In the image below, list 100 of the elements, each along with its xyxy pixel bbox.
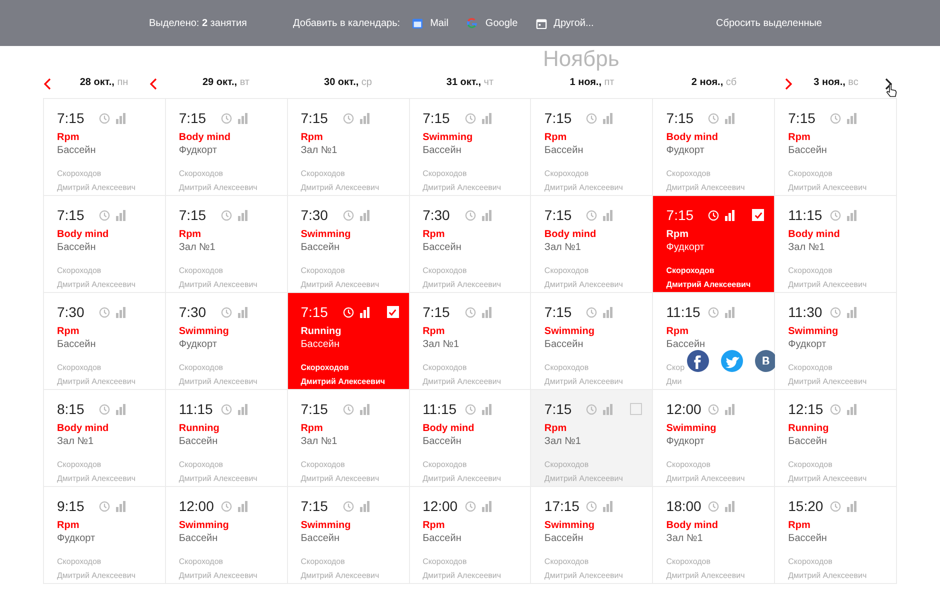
facebook-share-icon[interactable] [687, 350, 710, 372]
trainer-name: Скороходов Дмитрий Алексеевич [788, 168, 868, 194]
day-header: 31 окт., чт [446, 76, 494, 90]
intensity-icon [725, 210, 736, 220]
clock-icon [464, 210, 476, 220]
class-card[interactable]: 12:00 Swimming Фудкорт Скороходов Дмитрий Алексеевич [653, 390, 776, 487]
checkbox[interactable] [630, 403, 642, 415]
class-time: 18:00 [666, 496, 702, 516]
class-location: Бассейн [666, 338, 706, 351]
class-card[interactable]: 11:15 Rpm Бассейн Скор Дми [653, 293, 776, 390]
class-time: 7:15 [300, 496, 329, 516]
previous-arrow-icon[interactable] [43, 78, 51, 90]
class-card[interactable]: 7:15 Body mind Фудкорт Скороходов Дмитрий Алексеевич [166, 99, 288, 196]
clock-icon [99, 404, 110, 414]
class-name: Body mind [666, 131, 719, 144]
class-card[interactable]: 7:30 Swimming Бассейн Скороходов Дмитрий Алексеевич [288, 196, 410, 293]
add-to-calendar-label: Добавить в календарь: [292, 16, 400, 30]
class-card[interactable]: 7:30 Swimming Фудкорт Скороходов Дмитрий Алексеевич [166, 293, 288, 390]
class-card[interactable]: 17:15 Swimming Бассейн Скороходов Дмитрий Алексеевич [531, 487, 654, 584]
intensity-icon [238, 112, 248, 124]
clock-icon [99, 306, 110, 318]
trainer-name: Скороходов Дмитрий Алексеевич [178, 362, 258, 388]
day-header: 29 окт., вт [202, 76, 250, 90]
clock-icon [708, 306, 720, 318]
class-name: Rpm [300, 131, 324, 144]
calendar-option[interactable]: Другой... [536, 16, 594, 30]
bird-share-icon[interactable] [721, 350, 744, 372]
selection-count: Выделено: 2 занятия [149, 16, 247, 30]
class-card[interactable]: 12:15 Running Бассейн Скороходов Дмитрий Алексеевич [775, 390, 897, 487]
class-time: 7:30 [422, 206, 451, 224]
class-card[interactable]: 7:15 Rpm Фудкорт Скороходов Дмитрий Алексеевич [653, 196, 776, 293]
class-card[interactable]: 11:30 Swimming Фудкорт Скороходов Дмитрий Алексеевич [775, 293, 897, 390]
class-location: Зал №1 [300, 144, 338, 157]
class-location: Бассейн [178, 532, 219, 545]
clock-icon [830, 210, 842, 220]
class-card[interactable]: 7:15 Rpm Бассейн Скороходов Дмитрий Алексеевич [775, 99, 897, 196]
class-card[interactable]: 7:15 Swimming Бассейн Скороходов Дмитрий Алексеевич [410, 99, 532, 196]
checkbox[interactable] [752, 209, 764, 221]
class-card[interactable]: 12:00 Swimming Бассейн Скороходов Дмитрий Алексеевич [166, 487, 288, 584]
class-name: Body mind [788, 228, 841, 241]
class-location: Бассейн [544, 338, 584, 351]
intensity-icon [116, 112, 126, 124]
class-card[interactable]: 11:15 Body mind Бассейн Скороходов Дмитрий Алексеевич [410, 390, 532, 487]
class-card[interactable]: 7:15 Body mind Зал №1 Скороходов Дмитрий Алексеевич [531, 196, 654, 293]
class-card[interactable]: 7:15 Running Бассейн Скороходов Дмитрий Алексеевич [288, 293, 410, 390]
clock-icon [708, 210, 720, 220]
next-arrow-icon[interactable] [785, 78, 793, 90]
class-card[interactable]: 7:15 Rpm Зал №1 Скороходов Дмитрий Алексеевич [166, 196, 288, 293]
class-location: Бассейн [544, 532, 584, 545]
class-card[interactable]: 7:15 Swimming Бассейн Скороходов Дмитрий Алексеевич [288, 487, 410, 584]
class-card[interactable]: 11:15 Body mind Зал №1 Скороходов Дмитрий Алексеевич [775, 196, 897, 293]
class-card[interactable]: 8:15 Body mind Зал №1 Скороходов Дмитрий Алексеевич [44, 390, 166, 487]
class-location: Фудкорт [788, 338, 828, 351]
class-card[interactable]: 7:15 Rpm Бассейн Скороходов Дмитрий Алексеевич [531, 99, 654, 196]
class-time: 7:15 [788, 108, 816, 128]
class-card[interactable]: 7:15 Rpm Зал №1 Скороходов Дмитрий Алексеевич [531, 390, 654, 487]
clock-icon [586, 500, 598, 512]
class-name: Running [788, 422, 830, 435]
class-time: 7:15 [422, 302, 451, 322]
reset-selection-button[interactable]: Сбросить выделенные [716, 16, 822, 30]
class-card[interactable]: 7:15 Rpm Зал №1 Скороходов Дмитрий Алексеевич [410, 293, 532, 390]
class-name: Swimming [544, 519, 596, 532]
intensity-icon [603, 306, 614, 318]
trainer-name: Скороходов Дмитрий Алексеевич [57, 362, 136, 388]
class-time: 12:00 [422, 496, 459, 516]
class-location: Зал №1 [300, 435, 338, 448]
class-name: Rpm [57, 131, 80, 144]
class-card[interactable]: 7:15 Body mind Фудкорт Скороходов Дмитрий Алексеевич [653, 99, 776, 196]
intensity-icon [360, 210, 370, 220]
class-card[interactable]: 15:20 Rpm Бассейн Скороходов Дмитрий Алексеевич [775, 487, 897, 584]
clock-icon [586, 306, 598, 318]
trainer-name: Скороходов Дмитрий Алексеевич [788, 459, 868, 485]
class-card[interactable]: 12:00 Rpm Бассейн Скороходов Дмитрий Алексеевич [410, 487, 532, 584]
intensity-icon [847, 210, 858, 220]
class-card[interactable]: 7:30 Rpm Бассейн Скороходов Дмитрий Алексеевич [44, 293, 166, 390]
class-card[interactable]: 7:15 Rpm Зал №1 Скороходов Дмитрий Алексеевич [288, 99, 410, 196]
class-name: Swimming [178, 325, 230, 338]
trainer-name: Скороходов Дмитрий Алексеевич [57, 168, 136, 194]
class-card[interactable]: 7:15 Swimming Бассейн Скороходов Дмитрий Алексеевич [531, 293, 654, 390]
class-card[interactable]: 18:00 Body mind Зал №1 Скороходов Дмитрий Алексеевич [653, 487, 776, 584]
intensity-icon [847, 306, 858, 318]
intensity-icon [847, 112, 858, 124]
intensity-icon [238, 404, 248, 414]
calendar-icon [412, 18, 424, 28]
previous-arrow-icon[interactable] [149, 78, 157, 90]
class-time: 7:15 [300, 400, 329, 418]
class-card[interactable]: 11:15 Running Бассейн Скороходов Дмитрий Алексеевич [166, 390, 288, 487]
class-time: 12:15 [788, 400, 824, 418]
class-time: 7:15 [178, 108, 208, 128]
trainer-name: Скороходов Дмитрий Алексеевич [300, 459, 380, 485]
class-card[interactable]: 7:15 Body mind Бассейн Скороходов Дмитрий Алексеевич [44, 196, 166, 293]
checkbox[interactable] [386, 306, 399, 318]
calendar-option[interactable]: Mail [412, 16, 448, 30]
trainer-name: Скороходов Дмитрий Алексеевич [178, 459, 258, 485]
class-card[interactable]: 7:30 Rpm Бассейн Скороходов Дмитрий Алексеевич [410, 196, 532, 293]
calendar-option[interactable]: Google [466, 16, 518, 30]
class-card[interactable]: 9:15 Rpm Фудкорт Скороходов Дмитрий Алексеевич [44, 487, 166, 584]
class-card[interactable]: 7:15 Rpm Бассейн Скороходов Дмитрий Алексеевич [44, 99, 166, 196]
clock-icon [464, 306, 476, 318]
class-card[interactable]: 7:15 Rpm Зал №1 Скороходов Дмитрий Алексеевич [288, 390, 410, 487]
